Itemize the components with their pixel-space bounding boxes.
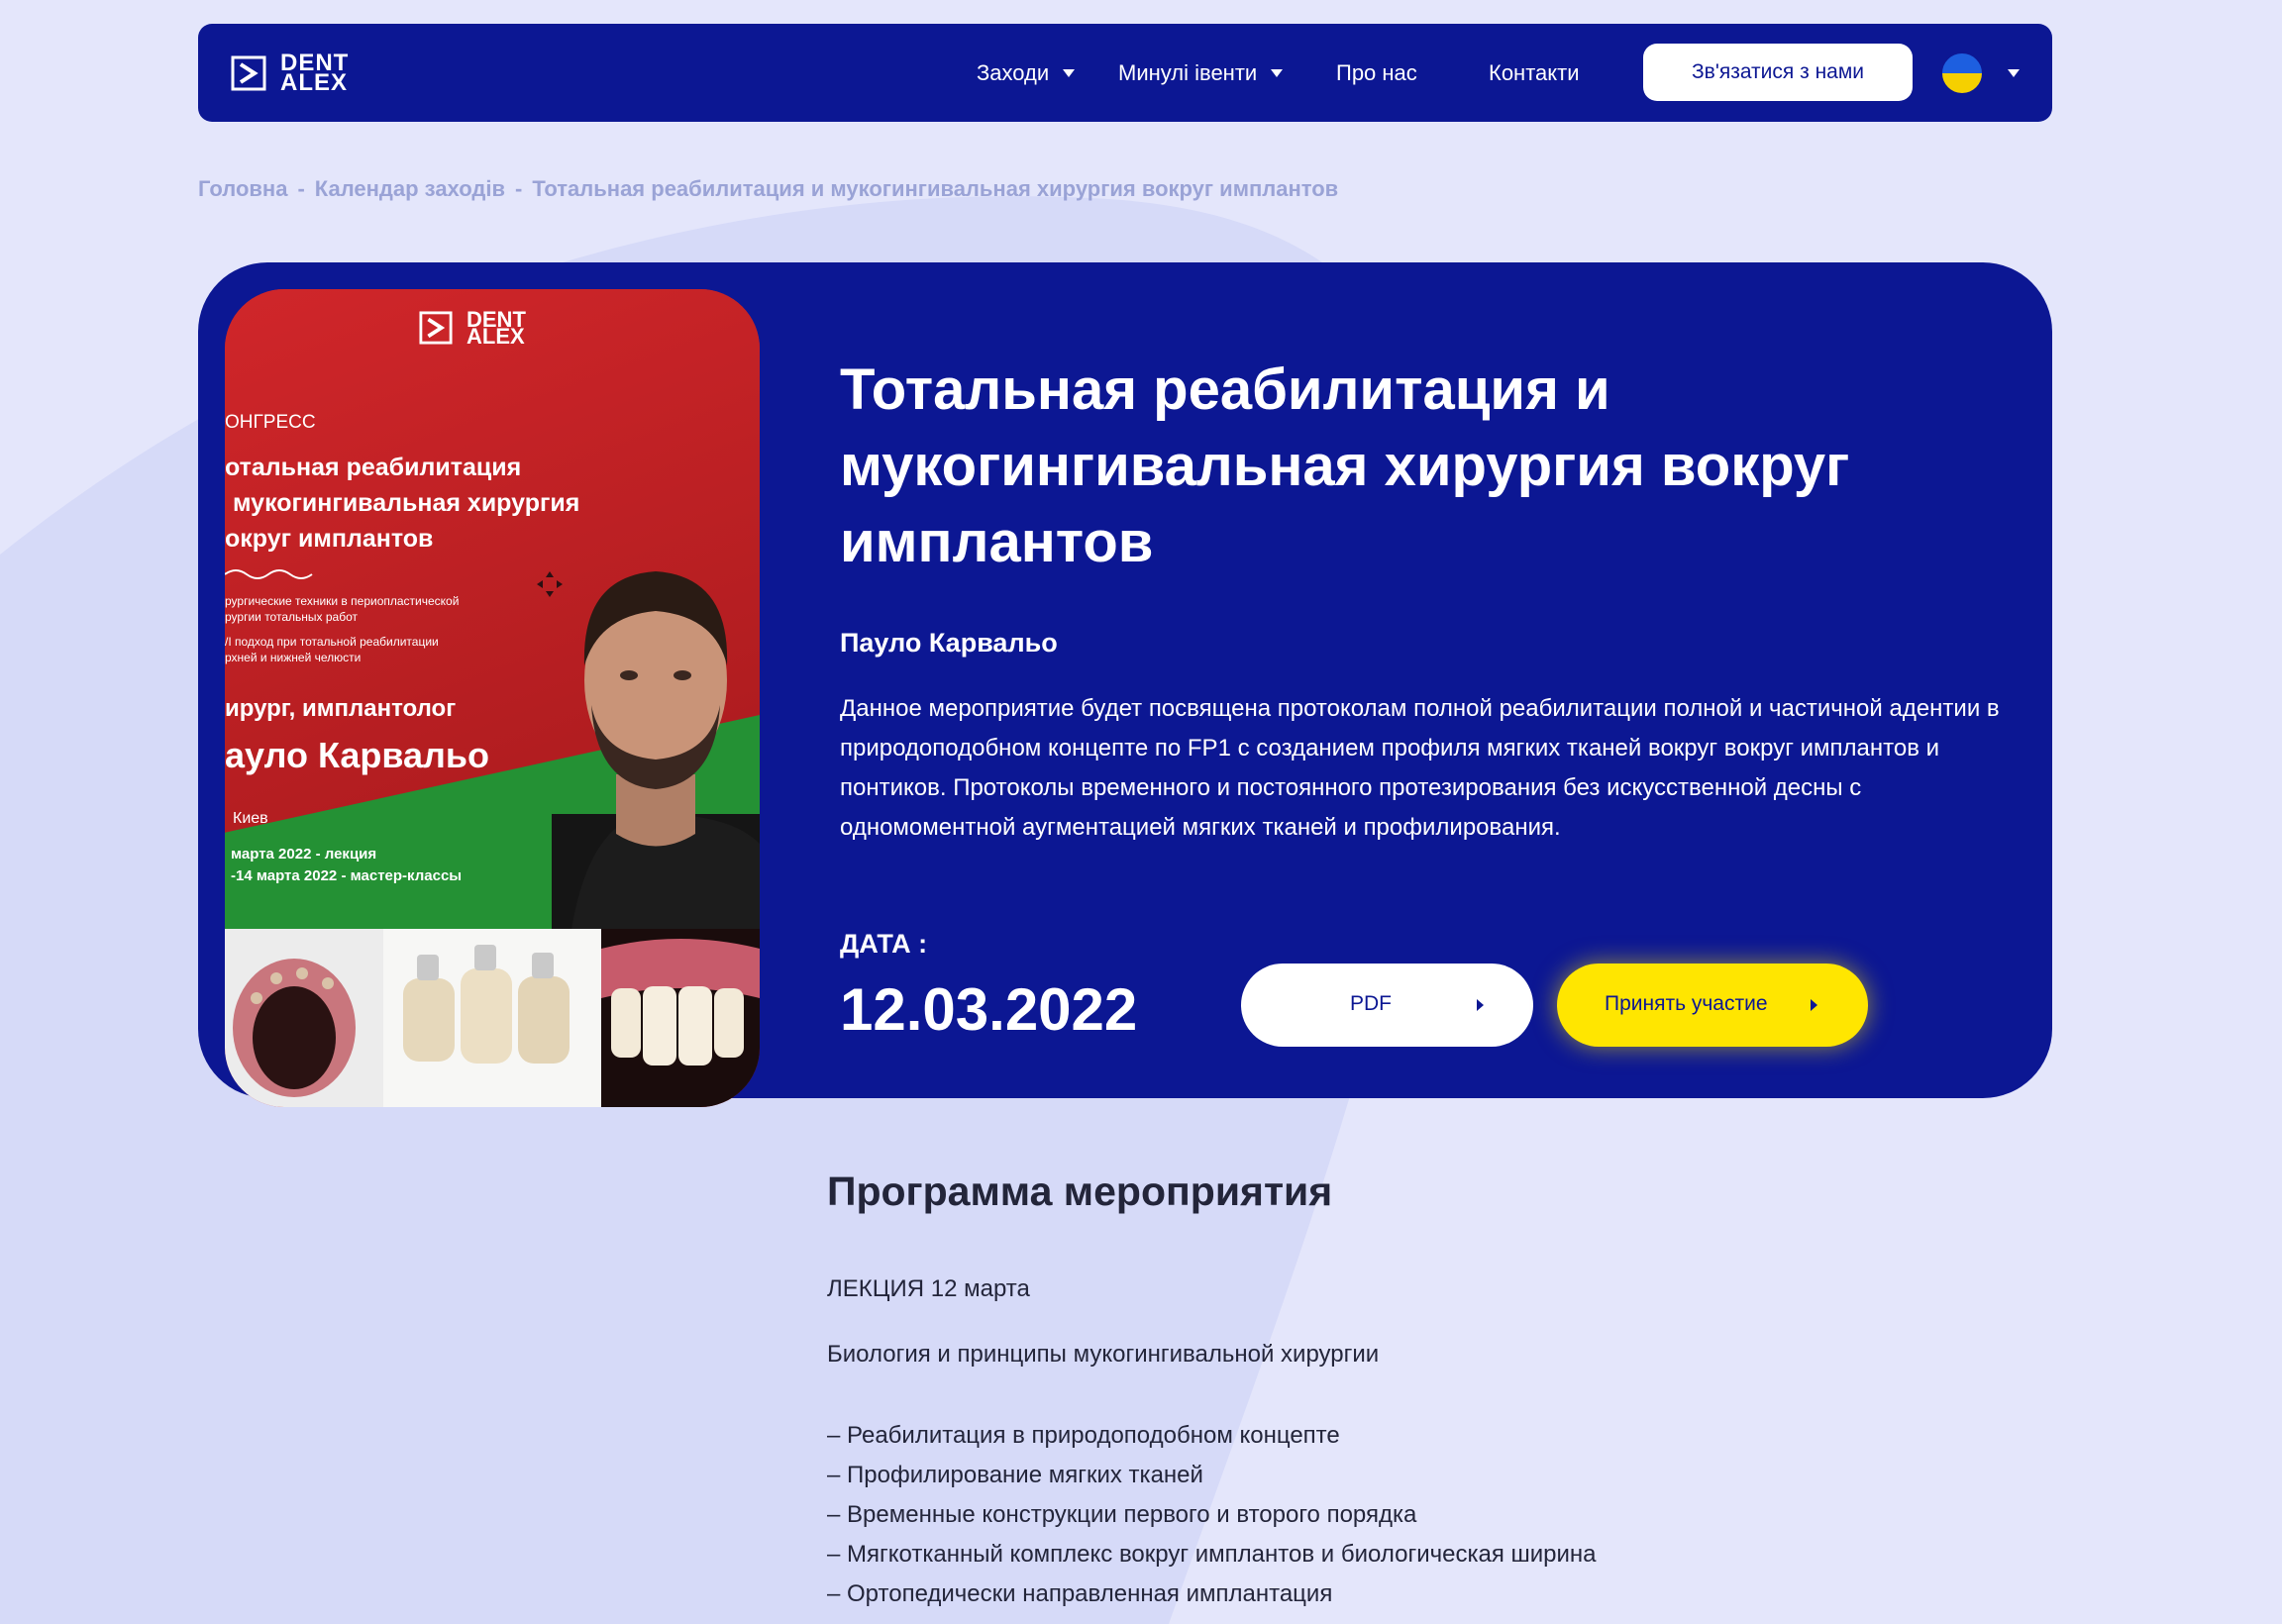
language-selector[interactable] bbox=[1940, 51, 2020, 96]
poster-wave-decoration bbox=[225, 569, 313, 579]
nav-item-about[interactable]: Про нас bbox=[1336, 24, 1417, 122]
caret-right-icon bbox=[1811, 999, 1817, 1011]
site-header: DENT ALEX Заходи Минулі івенти Про нас К… bbox=[198, 24, 2052, 122]
poster-bullet-line: рхней и нижней челюсти bbox=[225, 651, 362, 664]
breadcrumb-home[interactable]: Головна bbox=[198, 176, 287, 201]
poster-title-line: мукогингивальная хирургия bbox=[233, 489, 580, 517]
ukraine-flag-icon bbox=[1940, 51, 1984, 95]
poster-photo-strip bbox=[225, 929, 760, 1107]
poster-dates: марта 2022 - лекция -14 марта 2022 - мас… bbox=[231, 844, 462, 887]
breadcrumb-separator: - bbox=[297, 176, 305, 201]
poster-photo-smile bbox=[601, 929, 760, 1107]
breadcrumb: Головна - Календар заходів - Тотальная реаби… bbox=[198, 176, 1338, 202]
contact-us-button[interactable]: Зв'язатися з нами bbox=[1643, 44, 1913, 101]
poster-speaker-photo bbox=[552, 571, 760, 929]
program-list-item: – Временные конструкции первого и второг… bbox=[827, 1501, 1417, 1528]
logo-mark-icon bbox=[231, 55, 266, 91]
event-poster-image: DENT ALEX ОНГРЕСС отальная реабилитация … bbox=[225, 289, 760, 1107]
event-title-line: Тотальная реабилитация и bbox=[840, 357, 1610, 422]
nav-item-events[interactable]: Заходи bbox=[977, 24, 1076, 122]
poster-date-line: -14 марта 2022 - мастер-классы bbox=[231, 867, 463, 884]
program-topic: Биология и принципы мукогингивальной хир… bbox=[827, 1341, 1380, 1368]
poster-kicker: ОНГРЕСС bbox=[225, 412, 316, 433]
join-event-button-label: Принять участие bbox=[1605, 992, 1768, 1015]
nav-item-about-label: Про нас bbox=[1336, 59, 1417, 85]
poster-title-line: отальная реабилитация bbox=[225, 454, 522, 481]
program-list: – Реабилитация в природоподобном концепт… bbox=[827, 1416, 1597, 1614]
poster-city: Киев bbox=[233, 810, 268, 827]
pdf-button-label: PDF bbox=[1350, 992, 1392, 1015]
site-logo[interactable]: DENT ALEX bbox=[231, 51, 349, 96]
poster-title-line: округ имплантов bbox=[225, 525, 434, 553]
chevron-down-icon bbox=[2008, 69, 2020, 77]
event-title-line: имплантов bbox=[840, 510, 1154, 574]
poster-bullet: рургические техники в периопластической … bbox=[225, 593, 459, 625]
nav-item-contacts[interactable]: Контакти bbox=[1489, 24, 1580, 122]
event-date: 12.03.2022 bbox=[840, 976, 1138, 1043]
event-title-line: мукогингивальная хирургия вокруг bbox=[840, 434, 1850, 498]
logo-wordmark: DENT ALEX bbox=[280, 51, 349, 96]
poster-bullet-line: рургии тотальных работ bbox=[225, 610, 358, 624]
poster-logo-line-2: ALEX bbox=[467, 324, 525, 349]
poster-title: отальная реабилитация мукогингивальная х… bbox=[225, 450, 579, 557]
program-list-item: – Реабилитация в природоподобном концепт… bbox=[827, 1422, 1340, 1449]
poster-logo-mark-icon bbox=[419, 311, 453, 345]
breadcrumb-current: Тотальная реабилитация и мукогингивальна… bbox=[532, 176, 1339, 201]
breadcrumb-separator: - bbox=[515, 176, 523, 201]
program-list-item: – Мягкотканный комплекс вокруг имплантов… bbox=[827, 1541, 1597, 1568]
program-title: Программа мероприятия bbox=[827, 1168, 1333, 1214]
nav-item-events-label: Заходи bbox=[977, 59, 1050, 85]
chevron-down-icon bbox=[1063, 68, 1076, 77]
breadcrumb-calendar[interactable]: Календар заходів bbox=[315, 176, 505, 201]
poster-speaker: ауло Карвальо bbox=[225, 735, 490, 775]
poster-logo-wordmark: DENT ALEX bbox=[467, 309, 526, 349]
caret-right-icon bbox=[1477, 999, 1484, 1011]
event-date-label: ДАТА : bbox=[840, 929, 928, 959]
join-event-button[interactable]: Принять участие bbox=[1557, 964, 1868, 1047]
program-list-item: – Профилирование мягких тканей bbox=[827, 1462, 1203, 1488]
event-speaker: Пауло Карвальо bbox=[840, 628, 1058, 658]
poster-photo-crowns bbox=[383, 929, 601, 1107]
nav-item-contacts-label: Контакти bbox=[1489, 59, 1580, 85]
poster-bullet-line: рургические техники в периопластической bbox=[225, 594, 460, 608]
logo-line-2: ALEX bbox=[280, 69, 349, 96]
nav-item-past-events[interactable]: Минулі івенти bbox=[1118, 24, 1284, 122]
event-description: Данное мероприятие будет посвящена прото… bbox=[840, 695, 2000, 841]
poster-role: ирург, имплантолог bbox=[225, 695, 457, 722]
poster-photo-jaw bbox=[225, 929, 383, 1107]
program-lecture-heading: ЛЕКЦИЯ 12 марта bbox=[827, 1275, 1030, 1302]
event-title: Тотальная реабилитация и мукогингивальна… bbox=[840, 352, 2009, 580]
nav-item-past-events-label: Минулі івенти bbox=[1118, 59, 1258, 85]
poster-date-line: марта 2022 - лекция bbox=[231, 846, 377, 863]
poster-bullet-line: /I подход при тотальной реабилитации bbox=[225, 635, 439, 649]
program-list-item: – Ортопедически направленная имплантация bbox=[827, 1580, 1333, 1607]
pdf-button[interactable]: PDF bbox=[1241, 964, 1533, 1047]
chevron-down-icon bbox=[1271, 68, 1284, 77]
poster-bullet: /I подход при тотальной реабилитации рхн… bbox=[225, 634, 439, 665]
